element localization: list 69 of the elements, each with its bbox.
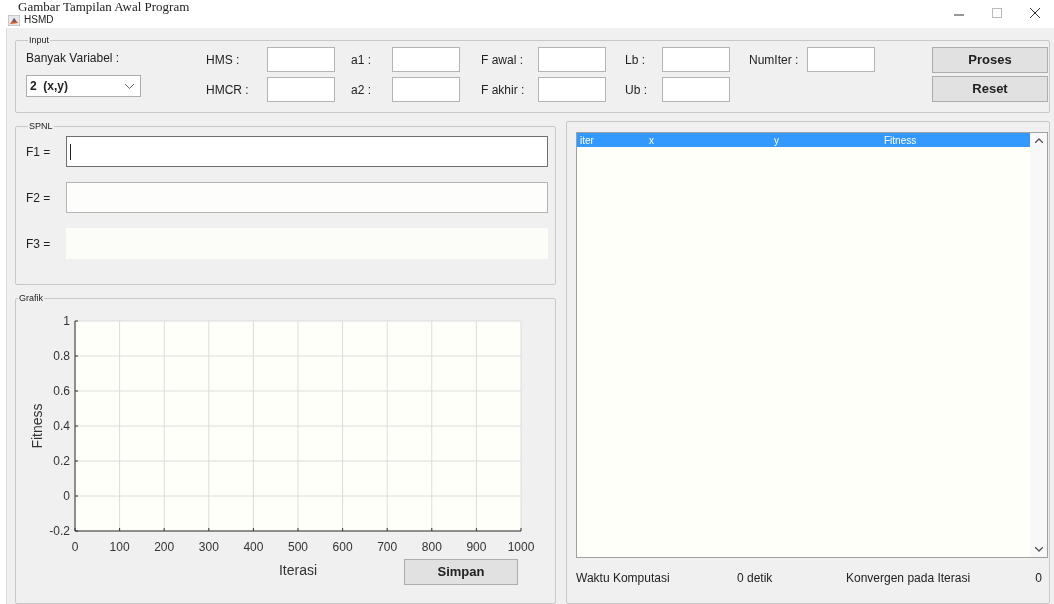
field-label: F awal : — [481, 51, 524, 69]
variable-dropdown[interactable]: 2 (x,y) — [26, 75, 141, 97]
x-tick-label: 200 — [154, 540, 175, 554]
y-tick-label: 1 — [63, 314, 70, 328]
y-tick-label: -0.2 — [49, 524, 70, 538]
x-tick-label: 500 — [288, 540, 308, 554]
group-title: SPNL — [28, 121, 54, 131]
input-field[interactable] — [538, 47, 606, 72]
x-axis-label: Iterasi — [278, 562, 318, 578]
scrollbar[interactable] — [1030, 133, 1047, 557]
close-icon[interactable] — [1030, 8, 1040, 18]
x-tick-label: 900 — [466, 540, 487, 554]
field-label: HMS : — [206, 51, 241, 69]
y-tick-label: 0.8 — [53, 349, 70, 363]
maximize-icon[interactable] — [992, 8, 1002, 18]
field-label: Ub : — [625, 81, 648, 99]
group-title: Input — [28, 35, 51, 45]
field-label: Lb : — [625, 51, 646, 69]
equation-field[interactable] — [66, 182, 548, 213]
window-title: HSMD — [24, 14, 54, 26]
field-label: Banyak Variabel : — [26, 50, 121, 67]
status-value: 0 — [1035, 570, 1042, 587]
chevron-down-icon — [125, 83, 134, 89]
x-tick-label: 1000 — [507, 540, 535, 554]
list-cell-text: Fitness — [884, 133, 917, 148]
equation-label: F2 = — [26, 189, 52, 207]
list-cell-text: iter — [579, 133, 595, 148]
status-value: 0 detik — [737, 570, 773, 587]
status-label: Waktu Komputasi — [576, 570, 671, 587]
document-caption: Gambar Tampilan Awal Program — [17, 0, 190, 13]
y-axis-label: Fitness — [29, 403, 45, 449]
list-cell-text: y — [774, 133, 780, 148]
status-label: Konvergen pada Iterasi — [846, 570, 971, 587]
save-button[interactable]: Simpan — [404, 559, 518, 585]
y-tick-label: 0 — [63, 489, 70, 503]
action-button[interactable]: Proses — [932, 47, 1048, 73]
group-title: Grafik — [18, 293, 44, 303]
input-field[interactable] — [392, 77, 460, 102]
equation-field[interactable] — [66, 136, 548, 167]
input-field[interactable] — [662, 77, 730, 102]
y-tick-label: 0.2 — [53, 454, 70, 468]
equation-label: F3 = — [26, 235, 52, 253]
y-tick-label: 0.6 — [53, 384, 70, 398]
x-tick-label: 700 — [377, 540, 398, 554]
field-label: a1 : — [351, 51, 372, 69]
x-tick-label: 100 — [109, 540, 130, 554]
input-field[interactable] — [662, 47, 730, 72]
field-label: a2 : — [351, 81, 372, 99]
x-tick-label: 300 — [198, 540, 219, 554]
x-tick-label: 600 — [332, 540, 353, 554]
chevron-down-icon[interactable] — [1034, 547, 1043, 552]
field-label: NumIter : — [749, 51, 800, 69]
x-tick-label: 400 — [243, 540, 264, 554]
chevron-up-icon[interactable] — [1034, 138, 1043, 143]
equation-label: F1 = — [26, 143, 52, 161]
y-tick-label: 0.4 — [53, 419, 70, 433]
text-cursor — [70, 143, 71, 160]
field-label: HMCR : — [206, 81, 250, 99]
input-field[interactable] — [267, 47, 335, 72]
input-field[interactable] — [392, 47, 460, 72]
input-field[interactable] — [267, 77, 335, 102]
field-label: F akhir : — [481, 81, 526, 99]
x-tick-label: 800 — [421, 540, 442, 554]
list-cell-text: x — [649, 133, 655, 148]
app-icon — [8, 14, 20, 26]
input-field[interactable] — [807, 47, 875, 72]
x-tick-label: 0 — [71, 540, 79, 554]
action-button[interactable]: Reset — [932, 76, 1048, 102]
input-field[interactable] — [538, 77, 606, 102]
